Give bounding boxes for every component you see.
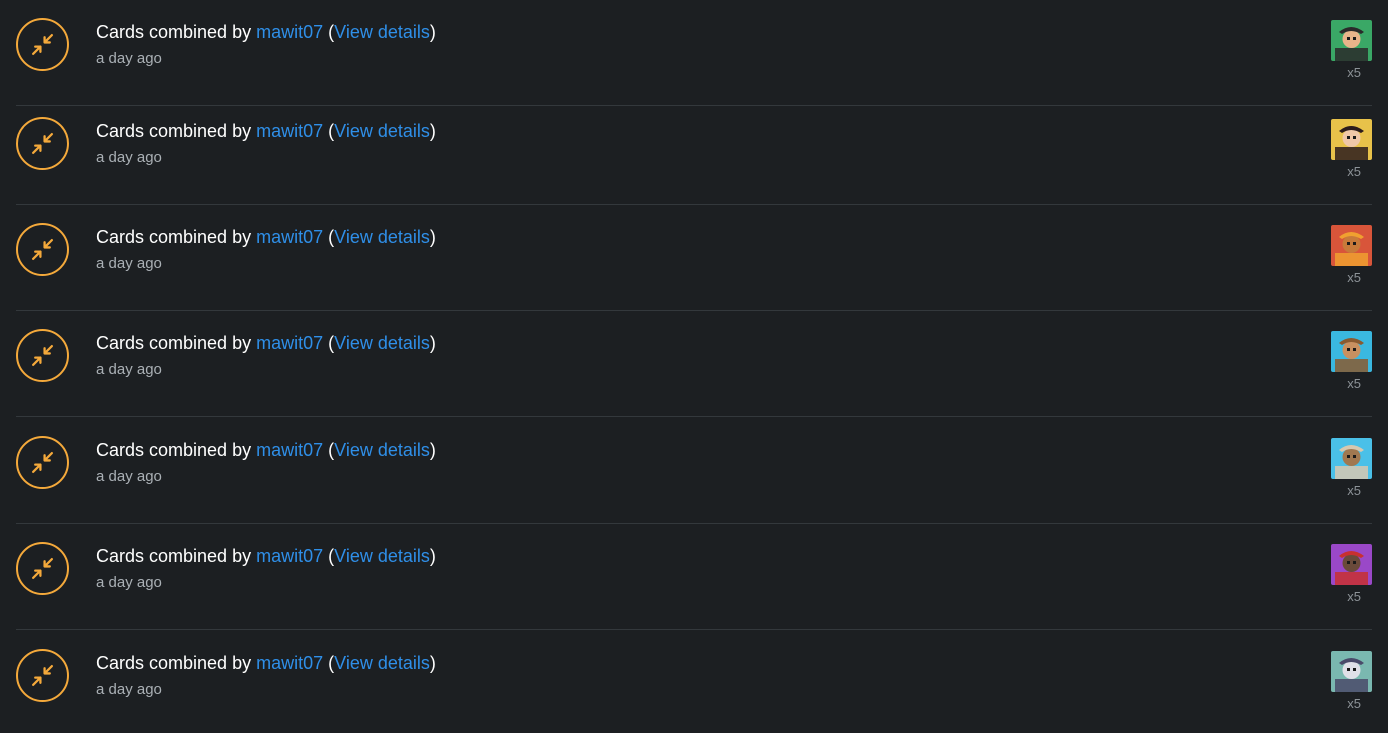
close-paren: ) bbox=[429, 653, 436, 673]
activity-timestamp: a day ago bbox=[96, 574, 162, 591]
activity-prefix: Cards combined by bbox=[96, 333, 252, 353]
card-thumbnail[interactable] bbox=[1331, 544, 1372, 585]
user-link[interactable]: mawit07 bbox=[256, 333, 323, 353]
card-quantity: x5 bbox=[1347, 589, 1361, 604]
card-thumbnail[interactable] bbox=[1331, 331, 1372, 372]
activity-feed: Cards combined by mawit07 (View details)… bbox=[0, 0, 1388, 733]
activity-prefix: Cards combined by bbox=[96, 653, 252, 673]
activity-timestamp: a day ago bbox=[96, 468, 162, 485]
view-details-link[interactable]: View details bbox=[334, 546, 430, 566]
user-link[interactable]: mawit07 bbox=[256, 546, 323, 566]
close-paren: ) bbox=[429, 22, 436, 42]
card-thumbnail[interactable] bbox=[1331, 438, 1372, 479]
close-paren: ) bbox=[429, 440, 436, 460]
activity-item: Cards combined by mawit07 (View details)… bbox=[16, 524, 1372, 630]
activity-message: Cards combined by mawit07 (View details) bbox=[96, 651, 436, 675]
activity-item: Cards combined by mawit07 (View details)… bbox=[16, 99, 1372, 205]
activity-message: Cards combined by mawit07 (View details) bbox=[96, 544, 436, 568]
view-details-link[interactable]: View details bbox=[334, 333, 430, 353]
close-paren: ) bbox=[429, 546, 436, 566]
activity-message: Cards combined by mawit07 (View details) bbox=[96, 225, 436, 249]
activity-item: Cards combined by mawit07 (View details)… bbox=[16, 631, 1372, 733]
card-quantity: x5 bbox=[1347, 696, 1361, 711]
combine-arrows-icon bbox=[16, 18, 69, 71]
card-quantity: x5 bbox=[1347, 65, 1361, 80]
activity-prefix: Cards combined by bbox=[96, 227, 252, 247]
card-quantity: x5 bbox=[1347, 376, 1361, 391]
activity-prefix: Cards combined by bbox=[96, 440, 252, 460]
combine-arrows-icon bbox=[16, 542, 69, 595]
card-quantity: x5 bbox=[1347, 164, 1361, 179]
combine-arrows-icon bbox=[16, 117, 69, 170]
user-link[interactable]: mawit07 bbox=[256, 22, 323, 42]
view-details-link[interactable]: View details bbox=[334, 22, 430, 42]
close-paren: ) bbox=[429, 121, 436, 141]
activity-timestamp: a day ago bbox=[96, 361, 162, 378]
activity-prefix: Cards combined by bbox=[96, 121, 252, 141]
card-quantity: x5 bbox=[1347, 483, 1361, 498]
activity-message: Cards combined by mawit07 (View details) bbox=[96, 119, 436, 143]
user-link[interactable]: mawit07 bbox=[256, 227, 323, 247]
activity-prefix: Cards combined by bbox=[96, 546, 252, 566]
activity-timestamp: a day ago bbox=[96, 149, 162, 166]
card-thumbnail[interactable] bbox=[1331, 119, 1372, 160]
user-link[interactable]: mawit07 bbox=[256, 121, 323, 141]
activity-item: Cards combined by mawit07 (View details)… bbox=[16, 418, 1372, 524]
view-details-link[interactable]: View details bbox=[334, 440, 430, 460]
view-details-link[interactable]: View details bbox=[334, 653, 430, 673]
card-quantity: x5 bbox=[1347, 270, 1361, 285]
activity-timestamp: a day ago bbox=[96, 255, 162, 272]
activity-item: Cards combined by mawit07 (View details)… bbox=[16, 205, 1372, 311]
activity-prefix: Cards combined by bbox=[96, 22, 252, 42]
combine-arrows-icon bbox=[16, 329, 69, 382]
combine-arrows-icon bbox=[16, 436, 69, 489]
card-thumbnail[interactable] bbox=[1331, 20, 1372, 61]
activity-item: Cards combined by mawit07 (View details)… bbox=[16, 311, 1372, 417]
user-link[interactable]: mawit07 bbox=[256, 440, 323, 460]
view-details-link[interactable]: View details bbox=[334, 227, 430, 247]
close-paren: ) bbox=[429, 333, 436, 353]
combine-arrows-icon bbox=[16, 649, 69, 702]
activity-message: Cards combined by mawit07 (View details) bbox=[96, 20, 436, 44]
card-thumbnail[interactable] bbox=[1331, 651, 1372, 692]
activity-timestamp: a day ago bbox=[96, 681, 162, 698]
activity-item: Cards combined by mawit07 (View details)… bbox=[16, 0, 1372, 106]
user-link[interactable]: mawit07 bbox=[256, 653, 323, 673]
activity-timestamp: a day ago bbox=[96, 50, 162, 67]
activity-message: Cards combined by mawit07 (View details) bbox=[96, 331, 436, 355]
card-thumbnail[interactable] bbox=[1331, 225, 1372, 266]
activity-message: Cards combined by mawit07 (View details) bbox=[96, 438, 436, 462]
close-paren: ) bbox=[429, 227, 436, 247]
view-details-link[interactable]: View details bbox=[334, 121, 430, 141]
combine-arrows-icon bbox=[16, 223, 69, 276]
